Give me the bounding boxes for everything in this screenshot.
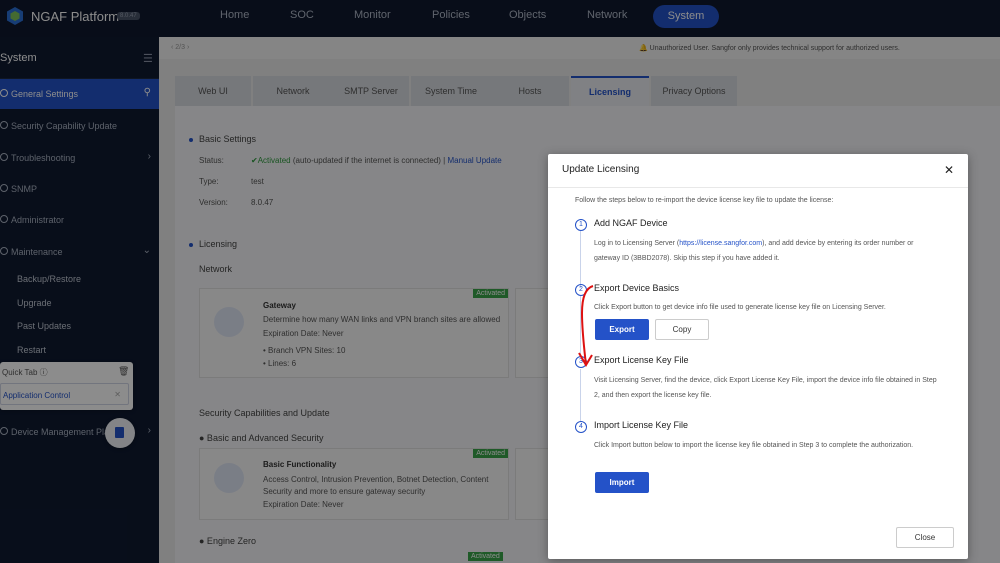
step-number: 1 [575,219,587,231]
licensing-server-link[interactable]: https://license.sangfor.com [679,240,762,247]
step-number: 4 [575,421,587,433]
dialog-intro: Follow the steps below to re-import the … [575,197,834,204]
step-description: Log in to Licensing Server (https://lice… [594,240,914,262]
step-description: Visit Licensing Server, find the device,… [594,377,937,399]
import-button[interactable]: Import [595,472,649,493]
dialog-title: Update Licensing [562,164,640,175]
copy-button[interactable]: Copy [655,319,709,340]
red-annotation-arrow-icon [578,285,594,367]
step-description: Click Export button to get device info f… [594,304,886,311]
close-icon[interactable]: ✕ [944,163,954,177]
divider [548,187,968,188]
close-button[interactable]: Close [896,527,954,548]
step-connector [580,231,581,288]
export-button[interactable]: Export [595,319,649,340]
update-licensing-dialog: Update Licensing ✕ Follow the steps belo… [548,154,968,559]
step-connector [580,369,581,421]
step-title: Add NGAF Device [594,218,668,228]
step-title: Export License Key File [594,355,689,365]
step-title: Export Device Basics [594,283,680,293]
step-description: Click Import button below to import the … [594,442,914,449]
step-title: Import License Key File [594,420,689,430]
